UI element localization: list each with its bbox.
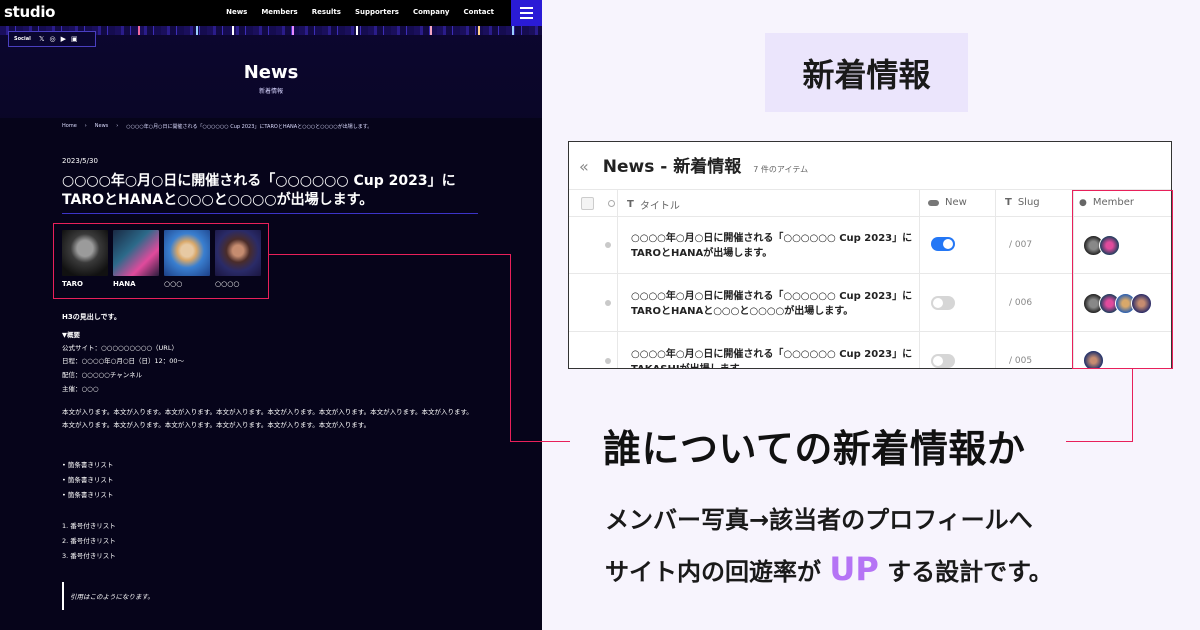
connector-line	[1132, 369, 1133, 441]
nav-results[interactable]: Results	[312, 8, 341, 16]
nav-members[interactable]: Members	[261, 8, 297, 16]
nav-news[interactable]: News	[226, 8, 247, 16]
column-new[interactable]: New	[928, 197, 967, 208]
cms-title: News - 新着情報	[602, 157, 742, 177]
x-icon[interactable]: 𝕏	[39, 35, 45, 43]
text-type-icon: T	[627, 199, 634, 210]
toggle-type-icon	[928, 199, 939, 206]
row-title[interactable]: ○○○○年○月○日に開催される「○○○○○○ Cup 2023」にTAROとHA…	[631, 289, 917, 319]
site-screenshot: studio News Members Results Supporters C…	[0, 0, 542, 630]
member-column-highlight	[1072, 190, 1173, 369]
connector-line	[1066, 441, 1133, 442]
breadcrumb-current: ○○○○年○月○日に開催される「○○○○○○ Cup 2023」にTAROとHA…	[126, 124, 373, 130]
youtube-icon[interactable]: ▶	[61, 35, 66, 43]
row-slug: / 006	[1009, 298, 1033, 308]
breadcrumb-news[interactable]: News	[95, 123, 109, 130]
nav-company[interactable]: Company	[413, 8, 450, 16]
summary-line: 日程：○○○○年○月○日（日）12：00〜	[62, 357, 185, 365]
column-slug[interactable]: T Slug	[1005, 197, 1040, 208]
new-toggle[interactable]	[931, 237, 955, 251]
nav-contact[interactable]: Contact	[464, 8, 495, 16]
summary-line: 配信：○○○○○チャンネル	[62, 371, 143, 379]
row-title[interactable]: ○○○○年○月○日に開催される「○○○○○○ Cup 2023」にTAROとHA…	[631, 231, 917, 261]
post-title: ○○○○年○月○日に開催される「○○○○○○ Cup 2023」にTAROとHA…	[62, 173, 456, 208]
social-label: Social	[14, 36, 31, 42]
nav-links: News Members Results Supporters Company …	[212, 8, 494, 16]
numbered-list-item: 2. 番号付きリスト	[62, 537, 116, 545]
social-bar: Social 𝕏 ◎ ▶ ▣	[8, 31, 96, 47]
body-paragraph: 本文が入ります。本文が入ります。本文が入ります。本文が入ります。本文が入ります。…	[62, 408, 473, 429]
bullet-list-item: • 箇条書きリスト	[62, 476, 114, 484]
site-navbar: studio News Members Results Supporters C…	[0, 0, 542, 26]
bullet-list-item: • 箇条書きリスト	[62, 461, 114, 469]
h3-heading: H3の見出しです。	[62, 313, 121, 321]
breadcrumb-separator: ›	[116, 123, 119, 129]
blockquote-text: 引用はこのようになります。	[70, 593, 154, 601]
row-slug: / 005	[1009, 356, 1033, 366]
page-title: News	[243, 62, 299, 83]
text-type-icon: T	[1005, 197, 1012, 208]
numbered-list-item: 1. 番号付きリスト	[62, 522, 116, 530]
breadcrumb-home[interactable]: Home	[62, 123, 77, 130]
summary-line: 公式サイト：○○○○○○○○○（URL）	[62, 344, 178, 352]
row-status-dot	[605, 242, 611, 248]
member-highlight-box	[53, 223, 269, 299]
description-line-2: サイト内の回遊率が UP する設計です。	[605, 550, 1053, 588]
row-title[interactable]: ○○○○年○月○日に開催される「○○○○○○ Cup 2023」にTAKASHI…	[631, 347, 917, 368]
connector-line	[510, 441, 570, 442]
twitch-icon[interactable]: ▣	[71, 35, 78, 43]
blockquote-bar	[62, 582, 64, 610]
item-count: 7 件のアイテム	[753, 165, 809, 174]
cms-header: « News - 新着情報 7 件のアイテム	[579, 152, 808, 177]
summary-heading: ▼概要	[62, 331, 80, 339]
connector-line	[510, 254, 511, 442]
row-status-dot	[605, 300, 611, 306]
up-highlight: UP	[829, 550, 879, 588]
collapse-icon[interactable]: «	[579, 157, 589, 176]
title-divider	[62, 213, 478, 214]
numbered-list-item: 3. 番号付きリスト	[62, 552, 116, 560]
row-slug: / 007	[1009, 240, 1033, 250]
new-toggle[interactable]	[931, 296, 955, 310]
headline: 誰についての新着情報か	[603, 427, 1026, 471]
summary-line: 主催：○○○	[62, 385, 99, 393]
description-line-1: メンバー写真→該当者のプロフィールへ	[605, 506, 1033, 534]
site-logo[interactable]: studio	[4, 3, 55, 21]
breadcrumb: Home › News › ○○○○年○月○日に開催される「○○○○○○ Cup…	[62, 123, 372, 130]
hamburger-menu-icon[interactable]	[511, 0, 542, 26]
breadcrumb-separator: ›	[84, 123, 87, 129]
row-status-dot	[605, 358, 611, 364]
post-date: 2023/5/30	[62, 157, 98, 165]
section-badge: 新着情報	[765, 33, 968, 112]
bullet-list-item: • 箇条書きリスト	[62, 491, 114, 499]
select-all-checkbox[interactable]	[581, 197, 615, 210]
page-subtitle: 新着情報	[258, 88, 283, 95]
new-toggle[interactable]	[931, 354, 955, 368]
instagram-icon[interactable]: ◎	[49, 35, 55, 43]
column-title[interactable]: T タイトル	[627, 197, 680, 212]
nav-supporters[interactable]: Supporters	[355, 8, 399, 16]
connector-line	[269, 254, 510, 255]
